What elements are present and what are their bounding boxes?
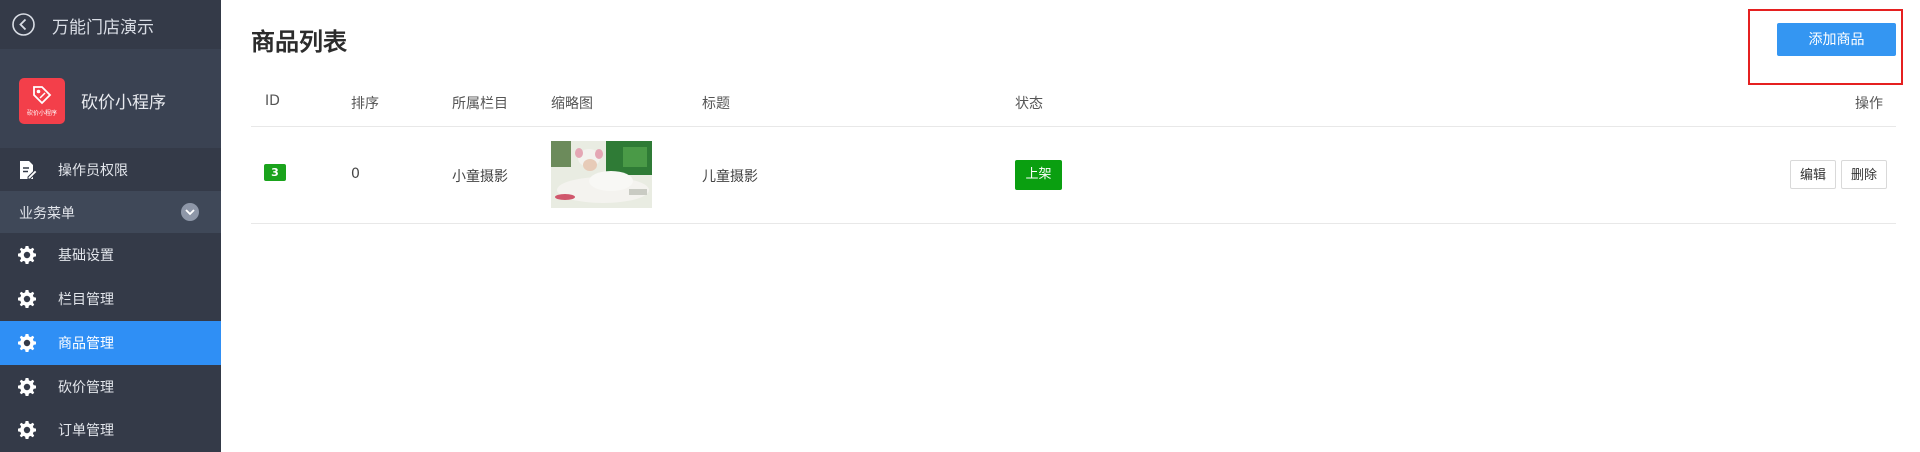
back-arrow-icon[interactable] <box>11 12 36 37</box>
sidebar: 万能门店演示 砍价小程序 砍价小程序 操作员权限 业务菜单 基础设置 栏目管理 <box>0 0 221 452</box>
chevron-down-icon[interactable] <box>181 203 199 221</box>
sidebar-item-bargain-management[interactable]: 砍价管理 <box>0 365 221 409</box>
sidebar-item-label: 栏目管理 <box>58 292 114 308</box>
column-header-id: ID <box>265 93 280 109</box>
column-header-sort: 排序 <box>351 96 379 112</box>
sidebar-item-permissions[interactable]: 操作员权限 <box>0 148 221 192</box>
product-thumbnail[interactable] <box>551 141 652 208</box>
gear-icon <box>18 334 36 352</box>
sidebar-item-label: 基础设置 <box>58 248 114 264</box>
add-product-button[interactable]: 添加商品 <box>1777 23 1896 56</box>
gear-icon <box>18 290 36 308</box>
sidebar-item-label: 订单管理 <box>58 423 114 439</box>
column-header-actions: 操作 <box>1855 96 1883 112</box>
gear-icon <box>18 246 36 264</box>
edit-button[interactable]: 编辑 <box>1790 160 1836 189</box>
app-logo: 砍价小程序 <box>19 78 65 124</box>
title-value: 儿童摄影 <box>702 169 758 185</box>
column-header-status: 状态 <box>1015 96 1043 112</box>
price-tag-icon <box>33 86 52 105</box>
column-header-category: 所属栏目 <box>452 96 508 112</box>
sidebar-item-product-management[interactable]: 商品管理 <box>0 321 221 365</box>
main-content: 商品列表 添加商品 ID 排序 所属栏目 缩略图 标题 状态 操作 3 0 小童… <box>221 0 1920 452</box>
id-badge: 3 <box>264 164 286 181</box>
header-divider <box>251 126 1896 127</box>
add-button-highlight: 添加商品 <box>1748 9 1903 85</box>
app-name: 砍价小程序 <box>81 93 166 113</box>
row-divider <box>251 223 1896 224</box>
column-header-thumbnail: 缩略图 <box>551 96 593 112</box>
store-name: 万能门店演示 <box>52 18 154 38</box>
document-edit-icon <box>20 161 37 180</box>
sidebar-item-category-management[interactable]: 栏目管理 <box>0 277 221 321</box>
store-bar: 万能门店演示 <box>0 0 221 49</box>
business-menu-header[interactable]: 业务菜单 <box>0 191 221 233</box>
status-badge[interactable]: 上架 <box>1015 160 1062 190</box>
delete-button[interactable]: 删除 <box>1841 160 1887 189</box>
sort-value: 0 <box>351 166 360 182</box>
sidebar-item-basic-settings[interactable]: 基础设置 <box>0 233 221 277</box>
category-value: 小童摄影 <box>452 169 508 185</box>
sidebar-item-label: 商品管理 <box>58 336 114 352</box>
sidebar-item-label: 砍价管理 <box>58 380 114 396</box>
gear-icon <box>18 421 36 439</box>
column-header-title: 标题 <box>702 96 730 112</box>
sidebar-item-label: 操作员权限 <box>58 163 128 179</box>
app-logo-text: 砍价小程序 <box>26 110 57 117</box>
sidebar-item-order-management[interactable]: 订单管理 <box>0 408 221 452</box>
gear-icon <box>18 378 36 396</box>
section-label: 业务菜单 <box>19 206 75 222</box>
page-title: 商品列表 <box>251 28 347 56</box>
